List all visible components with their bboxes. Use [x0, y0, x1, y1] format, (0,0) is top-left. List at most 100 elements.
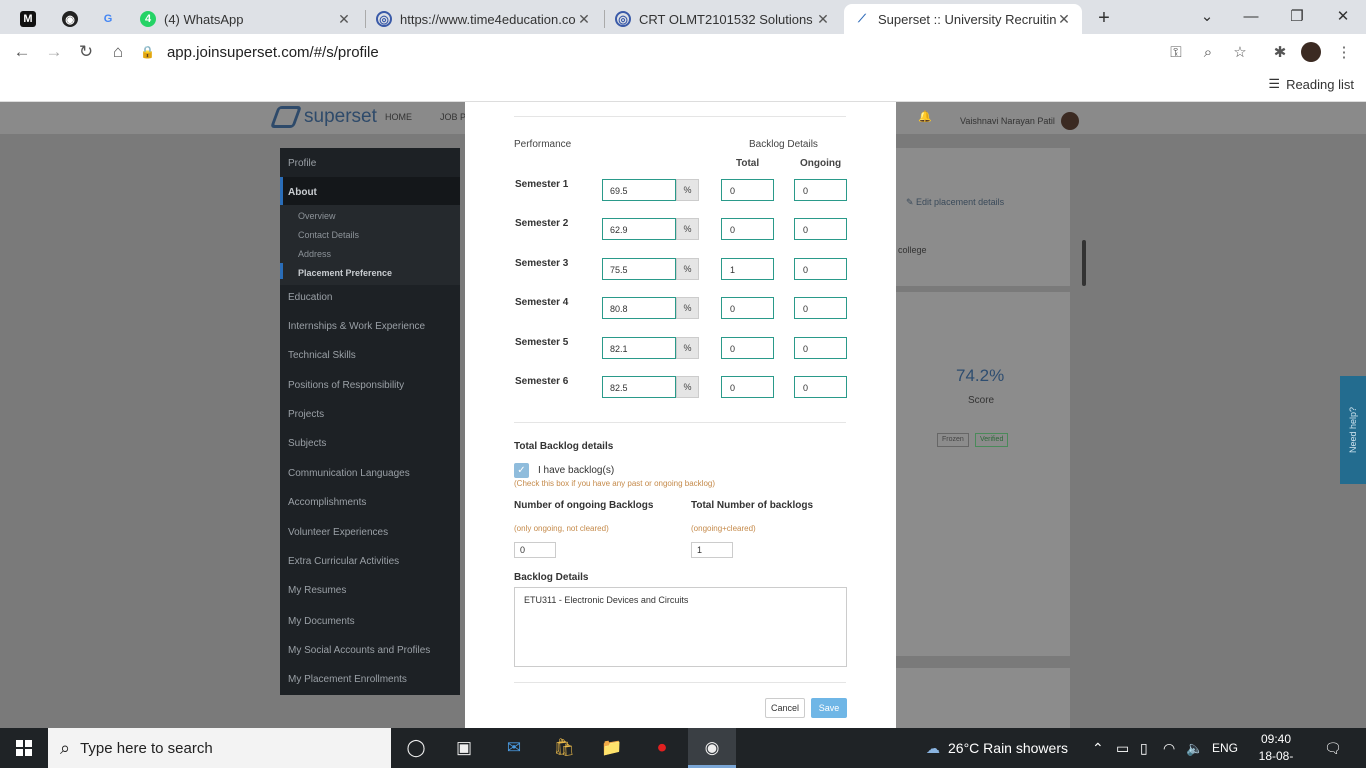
wifi-icon[interactable]: ◠ — [1163, 728, 1175, 768]
need-help-button[interactable]: Need help? — [1340, 376, 1366, 484]
backlog-checkbox-label[interactable]: I have backlog(s) — [538, 465, 614, 476]
sidebar-item-documents[interactable]: My Documents — [288, 616, 355, 627]
semester-total-backlog-input[interactable]: 1 — [721, 258, 774, 280]
semester-total-backlog-input[interactable]: 0 — [721, 337, 774, 359]
menu-icon[interactable]: ⋮ — [1334, 42, 1354, 62]
sidebar-item-overview[interactable]: Overview — [298, 211, 336, 221]
start-button[interactable] — [0, 728, 48, 768]
semester-ongoing-backlog-input[interactable]: 0 — [794, 218, 847, 240]
semester-ongoing-backlog-input[interactable]: 0 — [794, 337, 847, 359]
mail-icon[interactable]: ✉ — [490, 728, 538, 768]
edit-placement-link[interactable]: ✎ Edit placement details — [906, 197, 1004, 208]
cortana-icon[interactable]: ◯ — [392, 728, 440, 768]
sidebar-item-education[interactable]: Education — [288, 292, 332, 303]
zoom-icon[interactable]: ⌕ — [1198, 42, 1218, 62]
superset-logo[interactable]: superset — [269, 106, 377, 128]
nav-jobs[interactable]: JOB P — [440, 112, 466, 122]
sidebar-item-internships[interactable]: Internships & Work Experience — [288, 321, 425, 332]
home-icon[interactable]: ⌂ — [104, 38, 132, 66]
address-bar[interactable]: 🔒 app.joinsuperset.com/#/s/profile — [140, 38, 1264, 66]
sidebar-item-enrollments[interactable]: My Placement Enrollments — [288, 674, 407, 685]
sidebar-item-projects[interactable]: Projects — [288, 409, 324, 420]
sidebar-item-about[interactable]: About — [288, 187, 317, 198]
page-scrollbar[interactable] — [1082, 240, 1086, 286]
recorder-icon[interactable]: ⏺ — [638, 728, 686, 768]
semester-total-backlog-input[interactable]: 0 — [721, 179, 774, 201]
sidebar-item-address[interactable]: Address — [298, 249, 331, 259]
tab-search-icon[interactable]: ⌄ — [1184, 0, 1230, 32]
sidebar-item-profile[interactable]: Profile — [288, 158, 316, 169]
sidebar-item-languages[interactable]: Communication Languages — [288, 468, 410, 479]
pinned-tab-google[interactable]: G — [90, 4, 124, 34]
sidebar-item-volunteer[interactable]: Volunteer Experiences — [288, 527, 388, 538]
semester-percent-input[interactable]: 82.5 — [602, 376, 676, 398]
task-view-icon[interactable]: ▣ — [440, 728, 488, 768]
taskbar-search[interactable]: ⌕ Type here to search — [48, 728, 391, 768]
semester-ongoing-backlog-input[interactable]: 0 — [794, 179, 847, 201]
tab-crt-solutions[interactable]: ◎ CRT OLMT2101532 Solutions ✕ — [605, 4, 841, 34]
store-icon[interactable]: 🛍 — [540, 728, 588, 768]
close-icon[interactable]: ✕ — [336, 11, 352, 28]
semester-percent-input[interactable]: 69.5 — [602, 179, 676, 201]
semester-total-backlog-input[interactable]: 0 — [721, 376, 774, 398]
close-icon[interactable]: ✕ — [815, 11, 831, 28]
battery-icon[interactable]: ▭ — [1116, 728, 1129, 768]
close-icon[interactable]: ✕ — [576, 11, 592, 28]
volume-muted-icon[interactable]: 🔈 — [1186, 728, 1203, 768]
notifications-icon[interactable]: 🗨 — [1324, 728, 1342, 768]
extensions-icon[interactable]: ✱ — [1270, 42, 1290, 62]
semester-percent-input[interactable]: 82.1 — [602, 337, 676, 359]
minimize-button[interactable]: — — [1228, 0, 1274, 32]
restore-button[interactable]: ❐ — [1274, 0, 1320, 32]
new-tab-button[interactable]: + — [1088, 2, 1120, 34]
nav-home[interactable]: HOME — [385, 112, 412, 122]
total-backlogs-input[interactable]: 1 — [691, 542, 733, 558]
chrome-icon[interactable]: ◉ — [688, 728, 736, 768]
pinned-tab-github[interactable]: ◉ — [52, 4, 86, 34]
close-window-button[interactable]: ✕ — [1320, 0, 1366, 32]
sidebar-item-extracurricular[interactable]: Extra Curricular Activities — [288, 556, 399, 567]
key-icon[interactable]: ⚿ — [1166, 42, 1186, 62]
sidebar-item-resumes[interactable]: My Resumes — [288, 585, 346, 596]
close-icon[interactable]: ✕ — [1056, 11, 1072, 28]
save-button[interactable]: Save — [811, 698, 847, 718]
sidebar-item-social-accounts[interactable]: My Social Accounts and Profiles — [288, 645, 430, 656]
backlog-checkbox[interactable]: ✓ — [514, 463, 529, 478]
sidebar-item-subjects[interactable]: Subjects — [288, 438, 326, 449]
semester-ongoing-backlog-input[interactable]: 0 — [794, 258, 847, 280]
backlog-details-textarea[interactable]: ETU311 - Electronic Devices and Circuits — [514, 587, 847, 667]
profile-avatar[interactable] — [1301, 42, 1321, 62]
sidebar-item-positions[interactable]: Positions of Responsibility — [288, 380, 404, 391]
cancel-button[interactable]: Cancel — [765, 698, 805, 718]
phone-icon[interactable]: ▯ — [1140, 728, 1148, 768]
reload-icon[interactable]: ↻ — [72, 38, 100, 66]
sidebar-item-contact-details[interactable]: Contact Details — [298, 230, 359, 240]
user-menu[interactable]: Vaishnavi Narayan Patil — [960, 112, 1079, 130]
reading-list-button[interactable]: ☰ Reading list — [1268, 76, 1354, 92]
semester-ongoing-backlog-input[interactable]: 0 — [794, 297, 847, 319]
pinned-tab[interactable]: M — [10, 4, 50, 34]
bookmark-star-icon[interactable]: ☆ — [1230, 42, 1250, 62]
notification-bell-icon[interactable]: 🔔 — [918, 110, 932, 123]
profile-sidebar: Profile About Overview Contact Details A… — [280, 148, 460, 695]
system-clock[interactable]: 09:40 18-08-2021 — [1248, 731, 1304, 768]
sidebar-item-accomplishments[interactable]: Accomplishments — [288, 497, 366, 508]
back-icon[interactable]: ← — [8, 38, 36, 66]
ongoing-backlogs-input[interactable]: 0 — [514, 542, 556, 558]
semester-percent-input[interactable]: 62.9 — [602, 218, 676, 240]
sidebar-item-technical-skills[interactable]: Technical Skills — [288, 350, 356, 361]
tab-time4education[interactable]: ◎ https://www.time4education.com ✕ — [366, 4, 602, 34]
show-hidden-icons[interactable]: ⌃ — [1092, 728, 1104, 768]
semester-total-backlog-input[interactable]: 0 — [721, 297, 774, 319]
tab-whatsapp[interactable]: 4 (4) WhatsApp ✕ — [130, 4, 362, 34]
semester-ongoing-backlog-input[interactable]: 0 — [794, 376, 847, 398]
tab-superset[interactable]: ⟋ Superset :: University Recruiting I ✕ — [844, 4, 1082, 34]
file-explorer-icon[interactable]: 📁 — [588, 728, 636, 768]
weather-widget[interactable]: ☁ 26°C Rain showers — [926, 728, 1068, 768]
semester-percent-input[interactable]: 75.5 — [602, 258, 676, 280]
language-indicator[interactable]: ENG — [1212, 728, 1238, 768]
sidebar-item-placement-preference[interactable]: Placement Preference — [298, 268, 392, 278]
semester-percent-input[interactable]: 80.8 — [602, 297, 676, 319]
forward-icon[interactable]: → — [40, 38, 68, 66]
semester-total-backlog-input[interactable]: 0 — [721, 218, 774, 240]
